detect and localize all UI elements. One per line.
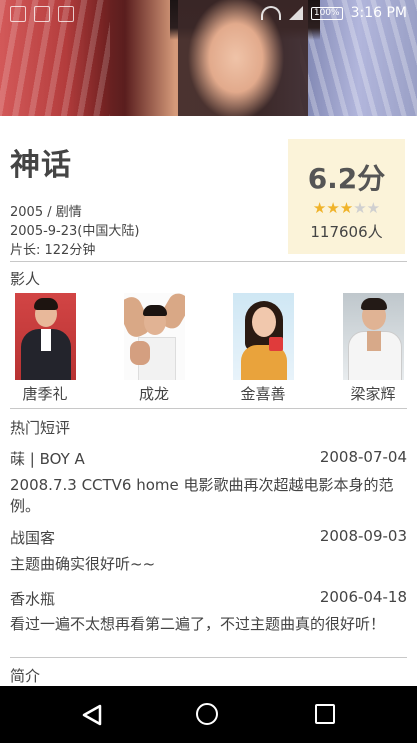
- cast-photo[interactable]: [123, 293, 185, 380]
- release-date: 2005-9-23(中国大陆): [10, 224, 140, 239]
- cast-member[interactable]: 成龙: [109, 293, 199, 404]
- cast-name: 梁家辉: [350, 385, 396, 403]
- cast-photo[interactable]: [232, 293, 294, 380]
- signal-icon: [288, 6, 303, 20]
- review-user[interactable]: 菋 | BOY A: [10, 448, 85, 469]
- star-empty-icon: ★★: [353, 199, 381, 217]
- recent-apps-icon[interactable]: [315, 704, 335, 724]
- notification-icon: [34, 6, 50, 22]
- cast-member[interactable]: 梁家辉: [328, 293, 417, 404]
- review-text: 看过一遍不太想再看第二遍了，不过主题曲真的很好听！: [10, 615, 386, 633]
- cast-photo[interactable]: [342, 293, 404, 380]
- cast-list: 唐季礼 成龙 金喜善 梁家辉: [0, 293, 417, 403]
- notification-icon: [58, 6, 74, 22]
- home-icon[interactable]: [196, 703, 218, 725]
- synopsis-heading: 简介: [10, 667, 41, 685]
- cast-member[interactable]: 唐季礼: [0, 293, 90, 404]
- runtime: 片长: 122分钟: [10, 243, 96, 258]
- status-indicators: 100% 3:16 PM: [260, 5, 407, 21]
- back-icon[interactable]: [80, 703, 104, 727]
- cast-photo[interactable]: [14, 293, 76, 380]
- year-genre: 2005 / 剧情: [10, 205, 82, 220]
- movie-title: 神话: [10, 148, 72, 183]
- wifi-icon: [260, 6, 281, 20]
- battery-icon: 100%: [310, 6, 343, 20]
- rating-box: 6.2分 ★★★★★ 117606人: [288, 139, 405, 254]
- reviews-heading: 热门短评: [10, 419, 71, 437]
- status-bar: 100% 3:16 PM: [0, 0, 417, 28]
- rating-stars: ★★★★★: [288, 199, 405, 217]
- cast-name: 唐季礼: [22, 385, 68, 403]
- review-text: 主题曲确实很好听~~: [10, 555, 156, 573]
- divider: [10, 657, 407, 658]
- clock: 3:16 PM: [350, 5, 407, 21]
- review-date: 2006-04-18: [319, 588, 407, 606]
- notification-icons: [10, 6, 74, 22]
- movie-banner-image: 100% 3:16 PM: [0, 0, 417, 116]
- cast-member[interactable]: 金喜善: [218, 293, 308, 404]
- review-user[interactable]: 战国客: [10, 527, 55, 548]
- star-filled-icon: ★★★: [312, 199, 354, 217]
- rating-score: 6.2分: [307, 162, 386, 195]
- navigation-bar: [0, 686, 417, 743]
- cast-heading: 影人: [10, 270, 41, 288]
- notification-icon: [10, 6, 26, 22]
- review-date: 2008-09-03: [319, 527, 407, 545]
- divider: [10, 261, 407, 262]
- cast-name: 成龙: [138, 385, 169, 403]
- cast-name: 金喜善: [240, 385, 286, 403]
- divider: [10, 408, 407, 409]
- rater-count: 117606人: [310, 223, 383, 241]
- review-date: 2008-07-04: [319, 448, 407, 466]
- review-text: 2008.7.3 CCTV6 home 电影歌曲再次超越电影本身的范例。: [10, 476, 394, 515]
- review-user[interactable]: 香水瓶: [10, 588, 55, 609]
